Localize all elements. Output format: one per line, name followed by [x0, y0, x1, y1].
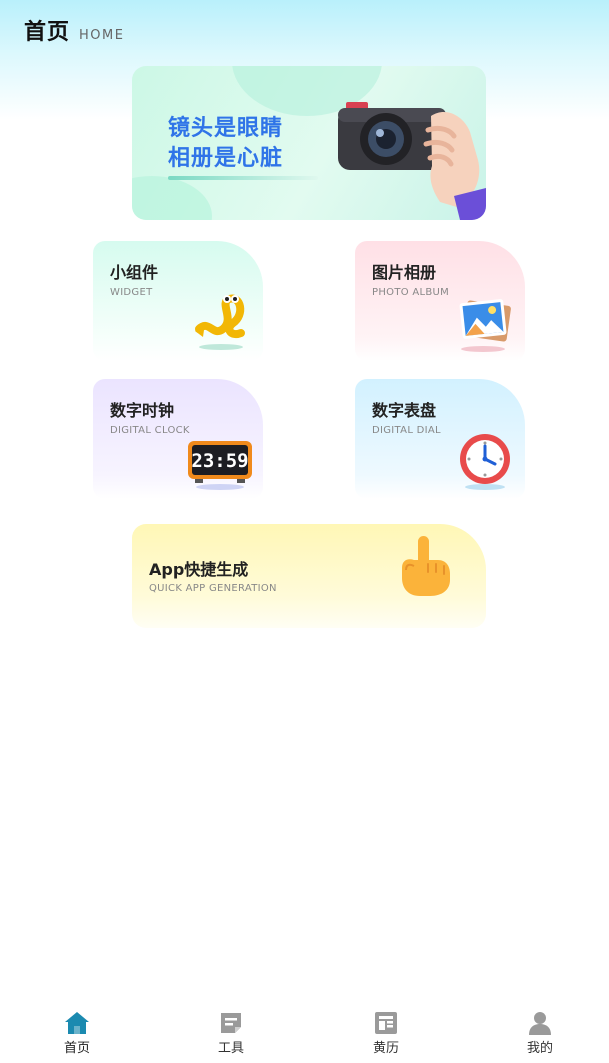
card-quick-app-generation[interactable]: App快捷生成 QUICK APP GENERATION — [132, 524, 486, 628]
tab-home[interactable]: 首页 — [37, 1010, 117, 1056]
banner-text-line2: 相册是心脏 — [168, 146, 284, 171]
clock-time: 23:59 — [191, 450, 248, 472]
almanac-icon — [375, 1012, 397, 1034]
photo-album-icon — [459, 299, 511, 352]
banner-text-line1: 镜头是眼睛 — [168, 116, 284, 141]
page-subtitle: HOME — [79, 28, 125, 43]
card-digital-clock[interactable]: 数字时钟 DIGITAL CLOCK 23:59 — [93, 379, 263, 499]
banner-decoration — [132, 176, 212, 220]
card-title: 数字时钟 — [110, 401, 175, 420]
analog-clock-icon — [460, 434, 510, 490]
card-widget[interactable]: 小组件 WIDGET — [93, 241, 263, 361]
pointing-hand-icon — [402, 536, 450, 596]
tab-profile[interactable]: 我的 — [500, 1010, 580, 1056]
home-icon — [65, 1012, 89, 1034]
banner-underline — [168, 176, 318, 180]
card-digital-dial[interactable]: 数字表盘 DIGITAL DIAL — [355, 379, 525, 499]
card-title: App快捷生成 — [149, 560, 249, 579]
digital-clock-icon: 23:59 — [188, 441, 252, 490]
tab-almanac[interactable]: 黄历 — [346, 1010, 426, 1056]
profile-icon — [529, 1012, 551, 1035]
camera-hand-icon — [338, 102, 486, 220]
widget-icon — [195, 294, 245, 350]
tab-label: 黄历 — [372, 1041, 399, 1056]
tab-label: 工具 — [217, 1041, 244, 1056]
card-title: 小组件 — [110, 263, 159, 282]
card-subtitle: PHOTO ALBUM — [372, 287, 450, 298]
tab-tools[interactable]: 工具 — [191, 1010, 271, 1056]
card-subtitle: DIGITAL DIAL — [372, 425, 441, 436]
page-title: 首页 — [24, 20, 71, 45]
tab-label: 我的 — [526, 1041, 553, 1056]
page-header: 首页 HOME — [24, 14, 124, 46]
camera-banner[interactable]: 镜头是眼睛 相册是心脏 — [132, 66, 486, 220]
card-photo-album[interactable]: 图片相册 PHOTO ALBUM — [355, 241, 525, 361]
bottom-tab-bar: 首页 工具 黄历 我的 — [0, 1000, 609, 1063]
card-subtitle: WIDGET — [110, 287, 153, 298]
card-title: 数字表盘 — [372, 401, 437, 420]
card-subtitle: DIGITAL CLOCK — [110, 425, 190, 436]
card-subtitle: QUICK APP GENERATION — [149, 583, 277, 594]
card-title: 图片相册 — [372, 263, 437, 282]
tools-icon — [221, 1013, 241, 1033]
tab-label: 首页 — [63, 1041, 90, 1056]
